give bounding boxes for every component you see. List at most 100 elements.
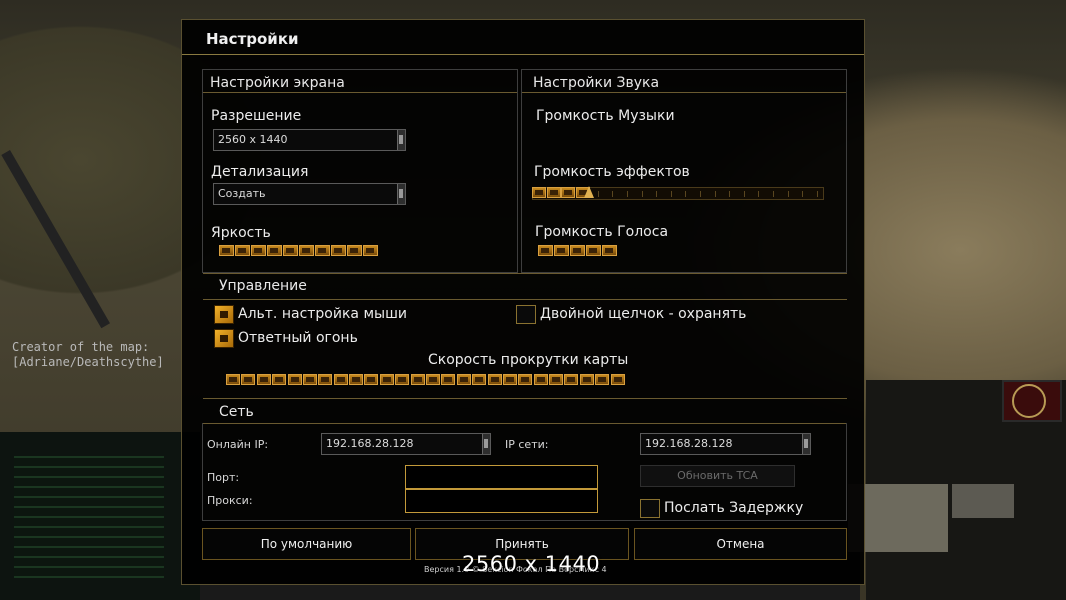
slider-segment — [303, 374, 317, 385]
unit-thumbnail-structure — [952, 484, 1014, 518]
controls-rule — [203, 299, 847, 300]
slider-tick — [817, 191, 818, 197]
slider-tick — [598, 191, 599, 197]
map-credit-line2: [Adriane/Deathscythe] — [12, 355, 164, 369]
slider-segment — [441, 374, 455, 385]
slider-segment — [534, 374, 548, 385]
online-ip-dropdown[interactable]: 192.168.28.128 — [321, 433, 491, 455]
controls-heading: Управление — [219, 278, 307, 294]
slider-segment — [472, 374, 486, 385]
sound-settings-rule — [522, 92, 846, 93]
slider-segment — [364, 374, 378, 385]
slider-tick — [715, 191, 716, 197]
slider-tick — [685, 191, 686, 197]
double-click-guard-checkbox[interactable] — [516, 305, 536, 324]
slider-segment — [411, 374, 425, 385]
port-label: Порт: — [207, 471, 240, 484]
slider-segment — [347, 245, 362, 256]
screen-settings-heading: Настройки экрана — [210, 75, 345, 91]
default-button[interactable]: По умолчанию — [202, 528, 411, 560]
slider-segment — [272, 374, 286, 385]
screen-settings-rule — [203, 92, 517, 93]
slider-tick — [802, 191, 803, 197]
port-input[interactable] — [405, 465, 598, 489]
slider-segment — [241, 374, 255, 385]
alt-mouse-label: Альт. настройка мыши — [238, 306, 407, 322]
resolution-dropdown[interactable]: 2560 x 1440 — [213, 129, 406, 151]
lan-ip-dropdown[interactable]: 192.168.28.128 — [640, 433, 811, 455]
dropdown-scroll-icon[interactable] — [482, 434, 490, 454]
slider-segment — [257, 374, 271, 385]
alt-mouse-checkbox[interactable] — [214, 305, 234, 324]
voice-volume-label: Громкость Голоса — [535, 224, 669, 240]
slider-segment — [426, 374, 440, 385]
lan-ip-value: 192.168.28.128 — [645, 437, 733, 450]
slider-tick — [627, 191, 628, 197]
online-ip-value: 192.168.28.128 — [326, 437, 414, 450]
proxy-input[interactable] — [405, 489, 598, 513]
slider-thumb-icon[interactable] — [584, 186, 594, 198]
slider-segment — [267, 245, 282, 256]
dialog-title: Настройки — [206, 30, 299, 48]
slider-segment — [518, 374, 532, 385]
return-fire-label: Ответный огонь — [238, 330, 358, 346]
voice-volume-slider[interactable] — [538, 245, 618, 258]
slider-segment — [580, 374, 594, 385]
refresh-tca-button[interactable]: Обновить TCA — [640, 465, 795, 487]
dropdown-scroll-icon[interactable] — [397, 184, 405, 204]
slider-segment — [602, 245, 617, 256]
map-credit-line1: Creator of the map: — [12, 340, 150, 354]
music-volume-label: Громкость Музыки — [536, 108, 675, 124]
return-fire-checkbox[interactable] — [214, 329, 234, 348]
effects-volume-label: Громкость эффектов — [534, 164, 690, 180]
slider-segment — [349, 374, 363, 385]
slider-segment — [538, 245, 553, 256]
controls-top-rule — [203, 273, 847, 274]
slider-tick — [744, 191, 745, 197]
lan-ip-label: IP сети: — [505, 438, 549, 451]
slider-segment — [554, 245, 569, 256]
crosshair-icon — [1012, 384, 1046, 418]
slider-segment — [570, 245, 585, 256]
slider-segment — [488, 374, 502, 385]
dropdown-scroll-icon[interactable] — [397, 130, 405, 150]
radar-grid — [14, 456, 164, 578]
detail-dropdown[interactable]: Создать — [213, 183, 406, 205]
resolution-label: Разрешение — [211, 108, 302, 124]
resolution-value: 2560 x 1440 — [218, 133, 288, 146]
brightness-slider[interactable] — [219, 245, 379, 258]
settings-dialog: Настройки Настройки экрана Разрешение 25… — [181, 19, 865, 585]
effects-volume-slider[interactable] — [532, 186, 824, 200]
title-divider — [182, 54, 864, 55]
slider-segment — [561, 187, 575, 198]
send-delay-checkbox[interactable] — [640, 499, 660, 518]
send-delay-label: Послать Задержку — [664, 500, 804, 516]
dropdown-scroll-icon[interactable] — [802, 434, 810, 454]
slider-segment — [395, 374, 409, 385]
slider-segment — [288, 374, 302, 385]
slider-segment — [219, 245, 234, 256]
slider-segment — [380, 374, 394, 385]
network-heading: Сеть — [219, 404, 254, 420]
slider-tick — [729, 191, 730, 197]
slider-segment — [503, 374, 517, 385]
slider-segment — [549, 374, 563, 385]
slider-segment — [251, 245, 266, 256]
slider-segment — [457, 374, 471, 385]
slider-segment — [299, 245, 314, 256]
resolution-overlay: 2560 x 1440 — [462, 552, 601, 576]
cancel-button[interactable]: Отмена — [634, 528, 847, 560]
slider-segment — [283, 245, 298, 256]
slider-tick — [758, 191, 759, 197]
slider-tick — [773, 191, 774, 197]
slider-segment — [611, 374, 625, 385]
slider-segment — [318, 374, 332, 385]
slider-segment — [586, 245, 601, 256]
slider-tick — [700, 191, 701, 197]
slider-tick — [612, 191, 613, 197]
slider-segment — [595, 374, 609, 385]
scroll-speed-slider[interactable] — [226, 374, 626, 387]
slider-tick — [788, 191, 789, 197]
sound-settings-heading: Настройки Звука — [533, 75, 660, 91]
detail-value: Создать — [218, 187, 266, 200]
